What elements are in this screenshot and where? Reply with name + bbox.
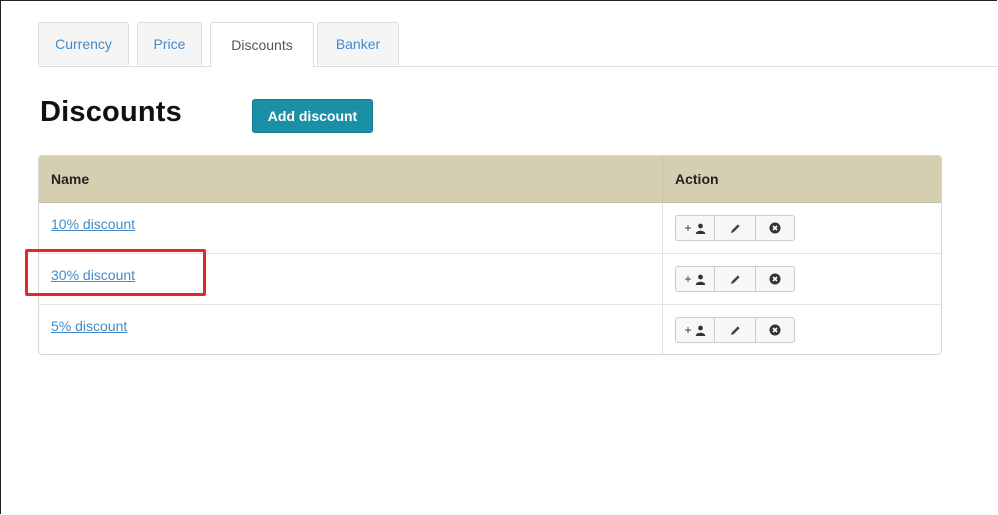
- edit-button[interactable]: [714, 317, 756, 343]
- assign-user-button[interactable]: +: [675, 317, 715, 343]
- tab-banker[interactable]: Banker: [317, 22, 399, 65]
- discount-link[interactable]: 5% discount: [51, 318, 127, 334]
- edit-button[interactable]: [714, 266, 756, 292]
- user-icon: [695, 325, 705, 336]
- action-cell: +: [662, 203, 941, 253]
- user-icon: [695, 274, 705, 285]
- tab-discounts[interactable]: Discounts: [210, 22, 314, 67]
- remove-circle-icon: [769, 222, 781, 234]
- column-header-name: Name: [51, 171, 90, 187]
- assign-user-button[interactable]: +: [675, 215, 715, 241]
- tab-currency[interactable]: Currency: [38, 22, 129, 65]
- pencil-icon: [730, 274, 740, 284]
- pencil-icon: [730, 325, 740, 335]
- edit-button[interactable]: [714, 215, 756, 241]
- assign-user-button[interactable]: +: [675, 266, 715, 292]
- plus-glyph: +: [684, 221, 692, 235]
- add-discount-button[interactable]: Add discount: [252, 99, 373, 133]
- delete-button[interactable]: [755, 317, 795, 343]
- delete-button[interactable]: [755, 215, 795, 241]
- action-cell: +: [662, 254, 941, 304]
- action-button-group: +: [675, 266, 795, 292]
- discount-link[interactable]: 10% discount: [51, 216, 135, 232]
- name-cell: 5% discount: [39, 305, 662, 354]
- delete-button[interactable]: [755, 266, 795, 292]
- highlight-annotation: [25, 249, 206, 296]
- user-icon: [695, 223, 705, 234]
- tab-price[interactable]: Price: [137, 22, 202, 65]
- action-button-group: +: [675, 317, 795, 343]
- pencil-icon: [730, 223, 740, 233]
- table-header: Name Action: [39, 156, 941, 203]
- plus-glyph: +: [684, 272, 692, 286]
- column-header-action: Action: [662, 156, 941, 202]
- name-cell: 10% discount: [39, 203, 662, 253]
- page-title: Discounts: [40, 96, 182, 128]
- action-cell: +: [662, 305, 941, 354]
- plus-glyph: +: [684, 323, 692, 337]
- tab-bar: Currency Price Discounts Banker: [38, 22, 998, 67]
- table-row: 5% discount +: [39, 305, 941, 354]
- remove-circle-icon: [769, 324, 781, 336]
- action-button-group: +: [675, 215, 795, 241]
- table-row: 10% discount +: [39, 203, 941, 254]
- remove-circle-icon: [769, 273, 781, 285]
